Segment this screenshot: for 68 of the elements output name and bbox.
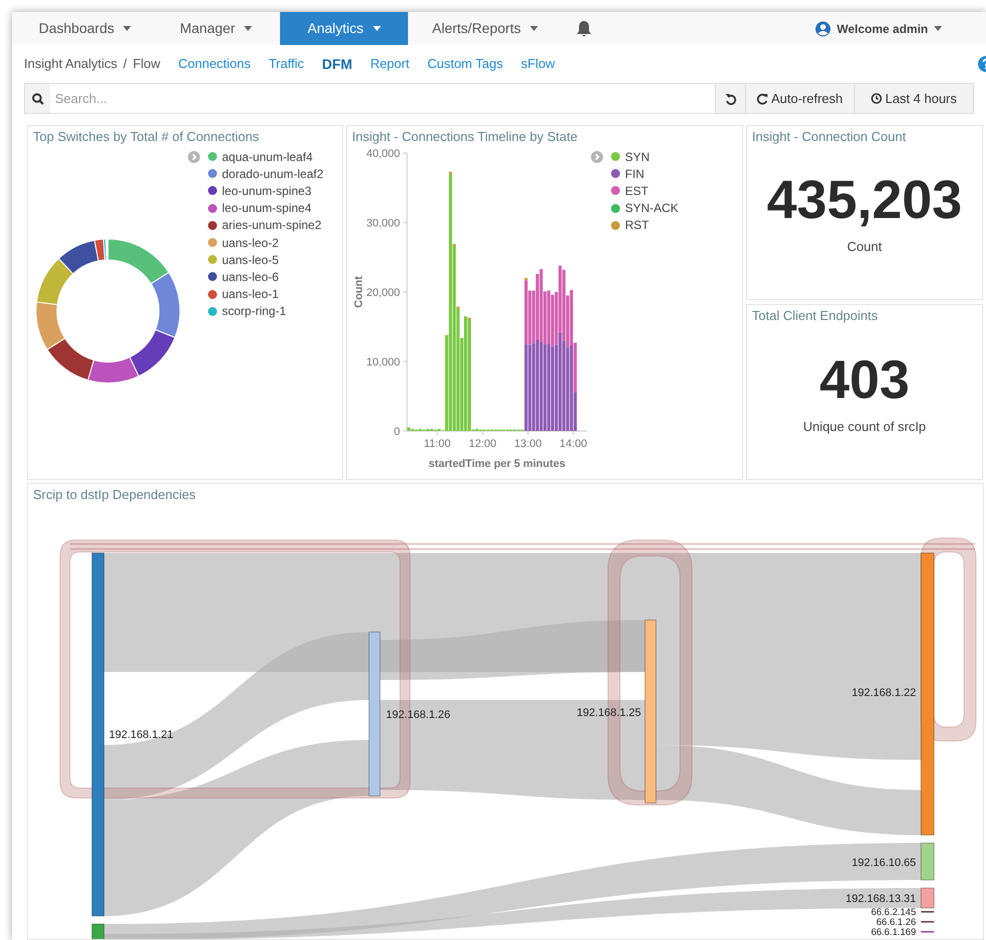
tick-label: 12:00 bbox=[468, 438, 496, 450]
panel-title: Top Switches by Total # of Connections bbox=[32, 128, 260, 145]
metric-label: Unique count of srcIp bbox=[803, 418, 926, 436]
nav-tab[interactable]: Analytics bbox=[280, 12, 408, 45]
legend-label[interactable]: uans-leo-6 bbox=[222, 268, 279, 286]
node-label: 66.6.1.169 bbox=[871, 927, 916, 938]
node-label: 66.6.1.26 bbox=[876, 917, 916, 928]
user-icon bbox=[814, 20, 831, 36]
caret-icon bbox=[934, 26, 942, 31]
panel-title: Insight - Connections Timeline by State bbox=[351, 128, 578, 145]
chevron-icon[interactable] bbox=[188, 151, 200, 163]
tick-label: 10,000 bbox=[366, 356, 400, 368]
nav-link[interactable]: DFM bbox=[322, 54, 352, 74]
node-label: 192.168.1.26 bbox=[386, 709, 450, 721]
panel-title: Total Client Endpoints bbox=[751, 307, 879, 324]
tick-label: 40,000 bbox=[366, 148, 400, 160]
legend-label[interactable]: aqua-unum-leaf4 bbox=[222, 148, 313, 166]
nav-link[interactable]: Connections bbox=[178, 54, 251, 74]
chevron-icon[interactable] bbox=[591, 151, 603, 163]
nav-tab[interactable]: Manager bbox=[152, 12, 280, 45]
tick-label: 0 bbox=[394, 426, 400, 438]
nav-link[interactable]: Report bbox=[370, 54, 410, 74]
breadcrumb-separator: / bbox=[123, 55, 127, 74]
breadcrumb-page: Flow bbox=[132, 55, 160, 74]
tick-label: 30,000 bbox=[366, 218, 400, 230]
legend-label[interactable]: dorado-unum-leaf2 bbox=[222, 164, 324, 183]
legend-label[interactable]: SYN-ACK bbox=[625, 199, 678, 218]
caret-icon bbox=[530, 26, 538, 31]
user-menu[interactable]: Welcome admin bbox=[814, 12, 942, 45]
panel-title: Srcip to dstIp Dependencies bbox=[32, 486, 197, 503]
nav-link[interactable]: sFlow bbox=[520, 54, 555, 74]
legend-label[interactable]: scorp-ring-1 bbox=[222, 302, 286, 320]
bell-icon[interactable] bbox=[576, 20, 592, 38]
nav-link[interactable]: Traffic bbox=[268, 54, 304, 74]
metric-value: 403 bbox=[819, 352, 910, 407]
caret-icon bbox=[372, 26, 381, 31]
node-label: 66.6.2.145 bbox=[871, 907, 916, 918]
donut-slice bbox=[36, 258, 74, 306]
metric-value: 435,203 bbox=[766, 173, 962, 228]
nav-tab[interactable]: Alerts/Reports bbox=[408, 12, 562, 45]
tick-label: 20,000 bbox=[366, 287, 400, 299]
legend-label[interactable]: aries-unum-spine2 bbox=[222, 216, 322, 234]
node-label: 192.168.13.31 bbox=[846, 893, 916, 905]
node-label: 192.168.1.22 bbox=[852, 687, 916, 699]
node-label: 192.16.10.65 bbox=[852, 857, 916, 869]
caret-icon bbox=[244, 26, 252, 31]
node-label: 192.168.1.21 bbox=[109, 729, 174, 741]
legend-label[interactable]: uans-leo-2 bbox=[222, 234, 279, 252]
legend-label[interactable]: SYN bbox=[625, 148, 650, 166]
legend-label[interactable]: RST bbox=[625, 216, 649, 234]
legend-label[interactable]: uans-leo-1 bbox=[222, 285, 279, 304]
panel-title: Insight - Connection Count bbox=[751, 128, 907, 145]
breadcrumb-section[interactable]: Insight Analytics bbox=[24, 54, 118, 74]
nav-link[interactable]: Custom Tags bbox=[427, 54, 503, 74]
tick-label: 14:00 bbox=[560, 438, 588, 450]
legend-label[interactable]: leo-unum-spine4 bbox=[222, 199, 312, 218]
tick-label: 13:00 bbox=[514, 438, 542, 450]
axis-title: Count bbox=[353, 276, 365, 308]
metric-label: Count bbox=[847, 238, 882, 256]
tick-label: 11:00 bbox=[424, 438, 451, 450]
legend-label[interactable]: FIN bbox=[625, 164, 644, 183]
node-label: 192.168.1.25 bbox=[576, 707, 641, 719]
legend-label[interactable]: EST bbox=[625, 182, 648, 200]
axis-title: startedTime per 5 minutes bbox=[428, 458, 566, 470]
caret-icon bbox=[123, 26, 132, 31]
nav-tab[interactable]: Dashboards bbox=[18, 12, 152, 45]
legend-label[interactable]: uans-leo-5 bbox=[222, 250, 279, 269]
legend-label[interactable]: leo-unum-spine3 bbox=[222, 182, 312, 200]
